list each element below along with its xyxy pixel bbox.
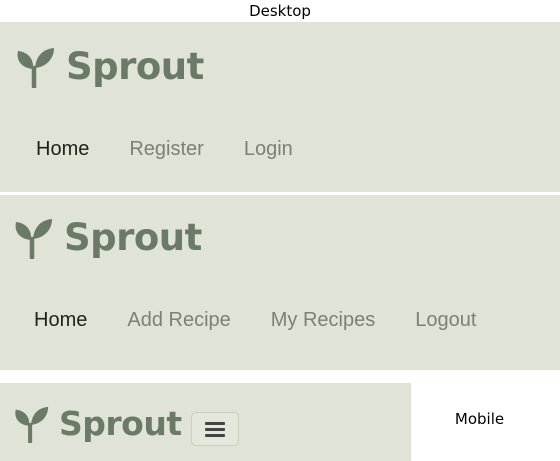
menu-toggle-button[interactable]: [191, 412, 239, 446]
brand-name: Sprout: [66, 45, 204, 88]
sprout-icon: [13, 405, 49, 443]
nav-link-login[interactable]: Login: [244, 138, 293, 161]
nav-link-logout[interactable]: Logout: [415, 309, 476, 332]
brand-name: Sprout: [59, 404, 182, 443]
hamburger-icon: [205, 419, 225, 440]
sprout-icon: [15, 46, 55, 88]
navbar-mobile: Sprout: [0, 383, 411, 461]
brand-logo[interactable]: Sprout: [13, 404, 182, 443]
nav-link-register[interactable]: Register: [129, 138, 203, 161]
brand-logo[interactable]: Sprout: [13, 216, 202, 259]
desktop-label: Desktop: [249, 2, 311, 20]
sprout-icon: [13, 217, 53, 259]
navbar-desktop-user: Sprout Home Add Recipe My Recipes Logout: [0, 195, 560, 370]
nav-link-home[interactable]: Home: [36, 138, 89, 161]
nav-links: Home Register Login: [36, 138, 333, 161]
brand-name: Sprout: [64, 216, 202, 259]
brand-logo[interactable]: Sprout: [15, 45, 204, 88]
mobile-label: Mobile: [454, 410, 505, 428]
nav-link-add-recipe[interactable]: Add Recipe: [127, 309, 230, 332]
navbar-desktop-guest: Sprout Home Register Login: [0, 22, 560, 192]
nav-links: Home Add Recipe My Recipes Logout: [34, 309, 516, 332]
nav-link-home[interactable]: Home: [34, 309, 87, 332]
nav-link-my-recipes[interactable]: My Recipes: [271, 309, 375, 332]
